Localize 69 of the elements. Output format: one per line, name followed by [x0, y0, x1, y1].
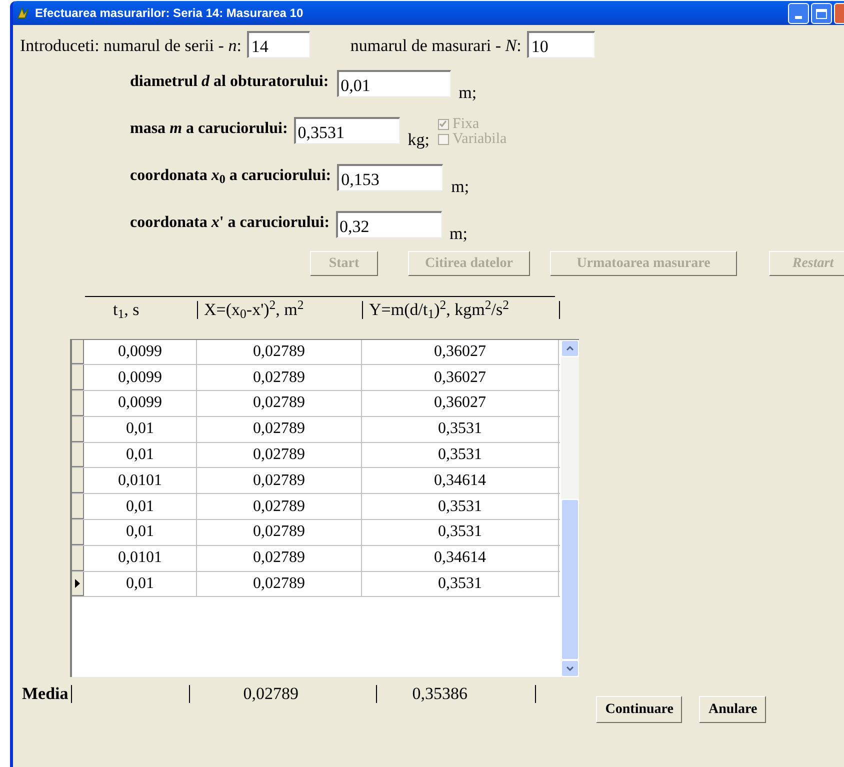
- table-cell-text: 0,36027: [434, 393, 486, 414]
- dialog-button[interactable]: Continuare: [596, 696, 682, 722]
- column-header: X=(x$_{0}$-x')$^{2}$, m$^{2}$: [204, 297, 304, 323]
- table-cell-text: 0,3531: [438, 522, 482, 542]
- text-field[interactable]: 10: [527, 31, 596, 58]
- scroll-down-button[interactable]: [561, 660, 579, 676]
- app-icon: [16, 6, 30, 20]
- scrollbar[interactable]: [561, 340, 579, 676]
- table-cell-text: 0,36027: [434, 368, 486, 388]
- close-button[interactable]: [834, 3, 844, 24]
- table-cell-text: 0,02789: [253, 496, 305, 517]
- column-header: t$_{1}$, s: [113, 299, 140, 323]
- text-field[interactable]: 0,32: [336, 210, 442, 238]
- table-cell-text: 0,02789: [253, 470, 305, 491]
- table-cell-text: 0,34614: [434, 470, 486, 491]
- dialog-button[interactable]: Anulare: [699, 696, 766, 722]
- field-label: coordonata x$_{0}$ a caruciorului:: [130, 166, 332, 188]
- table-cell-text: 0,02789: [253, 445, 305, 466]
- table-cell-text: 0,02789: [253, 419, 305, 440]
- table-cell-text: 0,3531: [438, 419, 482, 440]
- table-cell-text: 0,3531: [438, 574, 482, 594]
- table-cell-text: 0,01: [126, 522, 154, 542]
- checkbox-label: Variabila: [452, 132, 507, 146]
- table-cell-text: 0,02789: [253, 393, 305, 414]
- table-cell-text: 0,0101: [118, 470, 162, 491]
- table-cell-text: 0,02789: [253, 548, 305, 568]
- summary-value: 0,02789: [243, 682, 299, 705]
- text-field[interactable]: 14: [247, 31, 310, 58]
- scroll-thumb[interactable]: [561, 498, 579, 660]
- summary-value: 0,35386: [412, 682, 468, 705]
- summary-label: Media: [22, 682, 68, 705]
- caret-down-icon: [566, 666, 574, 670]
- field-label: coordonata x' a caruciorului:: [130, 212, 330, 232]
- unit-label: m;: [451, 176, 470, 198]
- table-cell-text: 0,0099: [118, 342, 162, 362]
- maximize-button[interactable]: [811, 3, 832, 24]
- window-title: Efectuarea masurarilor: Seria 14: Masurarea 10: [35, 5, 304, 22]
- scroll-up-button[interactable]: [561, 340, 579, 356]
- table-cell-text: 0,36027: [434, 342, 486, 362]
- table-cell-text: 0,0099: [118, 393, 162, 414]
- column-header: Y=m(d/t$_{1}$)$^{2}$, kgm$^{2}$/s$^{2}$: [369, 297, 509, 323]
- table-cell-text: 0,02789: [253, 342, 305, 362]
- unit-label: m;: [458, 82, 477, 104]
- field-label: numarul de masurari - N:: [350, 35, 522, 57]
- checkbox-label: Fixa: [452, 116, 480, 132]
- text-field[interactable]: 0,01: [336, 70, 451, 96]
- pointer-icon: [75, 579, 80, 588]
- table-cell-text: 0,02789: [253, 574, 305, 594]
- table-cell-text: 0,01: [126, 419, 154, 440]
- table-cell-text: 0,0101: [118, 548, 162, 568]
- table-cell-text: 0,01: [126, 445, 154, 466]
- table-cell-text: 0,34614: [434, 548, 486, 568]
- table-cell-text: 0,02789: [253, 522, 305, 542]
- table-cell-text: 0,01: [126, 574, 154, 594]
- table-cell-text: 0,3531: [438, 445, 482, 466]
- table-cell-text: 0,0099: [118, 368, 162, 388]
- field-label: Introduceti: numarul de serii - n:: [20, 35, 242, 57]
- caret-up-icon: [566, 346, 574, 350]
- check-icon: [439, 120, 448, 128]
- text-field[interactable]: 0,3531: [294, 116, 400, 144]
- unit-label: m;: [450, 222, 468, 244]
- minimize-button[interactable]: [788, 3, 809, 24]
- field-label: diametrul d al obturatorului:: [130, 72, 329, 92]
- text-field[interactable]: 0,153: [337, 164, 444, 190]
- unit-label: kg;: [408, 128, 430, 151]
- table-cell-text: 0,01: [126, 496, 154, 517]
- table-cell-text: 0,02789: [253, 368, 305, 388]
- table-cell-text: 0,3531: [438, 496, 482, 517]
- row-selector[interactable]: [72, 572, 84, 596]
